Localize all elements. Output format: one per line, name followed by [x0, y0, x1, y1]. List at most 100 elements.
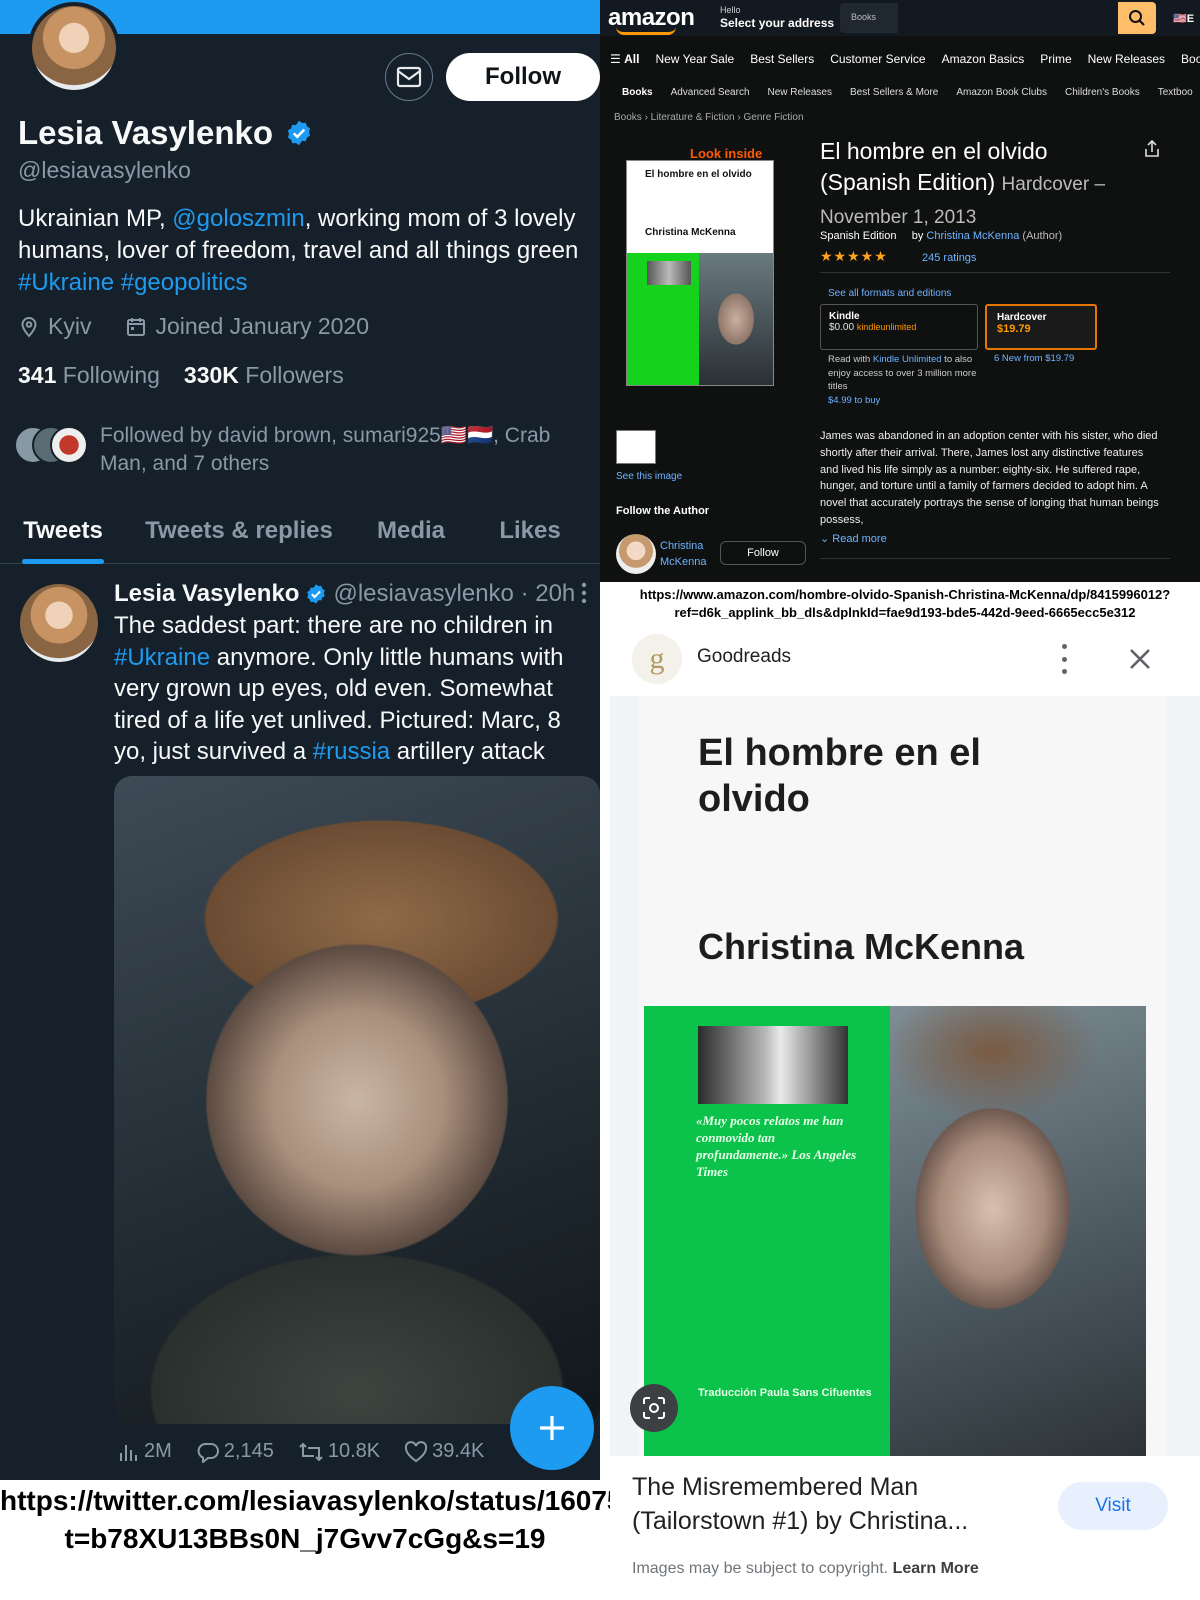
cover-author-photo — [698, 1026, 848, 1104]
views-button[interactable]: 2M — [118, 1440, 172, 1463]
share-icon — [1145, 139, 1159, 157]
followers-count: 330K — [183, 362, 239, 388]
subnav-item[interactable]: Children's Books — [1065, 87, 1140, 98]
subnav-item[interactable]: Advanced Search — [671, 87, 750, 98]
profile-name: Lesia Vasylenko — [18, 114, 273, 151]
book-cover-image[interactable]: El hombre en el olvido Christina McKenna — [626, 160, 774, 386]
tweet-author-name[interactable]: Lesia Vasylenko — [114, 580, 299, 608]
compose-tweet-button[interactable] — [510, 1386, 594, 1470]
read-more-link[interactable]: ⌄ Read more — [820, 532, 887, 545]
cover-author: Christina McKenna — [645, 227, 736, 238]
subnav-item[interactable]: Textboo — [1158, 87, 1193, 98]
ratings-count-link[interactable]: 245 ratings — [922, 252, 976, 264]
followed-by-row[interactable]: Followed by david brown, sumari925🇺🇸🇳🇱, … — [14, 422, 594, 478]
nav-all[interactable]: ☰ All — [610, 52, 639, 66]
look-inside-link[interactable]: Look inside — [690, 146, 762, 161]
bio-hashtag-link[interactable]: #Ukraine — [18, 269, 114, 296]
tweet-author-avatar[interactable] — [20, 584, 98, 662]
see-all-formats-link[interactable]: See all formats and editions — [828, 288, 951, 299]
tab-media[interactable]: Media — [352, 498, 470, 564]
nav-item[interactable]: Amazon Basics — [942, 52, 1025, 66]
following-link[interactable]: 341 Following — [18, 362, 160, 389]
kindle-unlimited-link[interactable]: Kindle Unlimited — [873, 354, 942, 365]
tweet-photo[interactable] — [114, 776, 600, 1424]
reply-button[interactable]: 2,145 — [196, 1440, 274, 1463]
follow-button[interactable]: Follow — [446, 53, 600, 101]
breadcrumb[interactable]: Books › Literature & Fiction › Genre Fic… — [614, 112, 804, 123]
more-options-icon[interactable] — [1058, 644, 1070, 674]
tab-tweets-replies[interactable]: Tweets & replies — [126, 498, 352, 564]
search-button[interactable] — [1118, 2, 1156, 34]
nav-item[interactable]: Prime — [1040, 52, 1071, 66]
retweet-button[interactable]: 10.8K — [298, 1440, 380, 1463]
subnav-item[interactable]: Amazon Book Clubs — [956, 87, 1047, 98]
subnav-item[interactable]: Books — [622, 87, 653, 98]
followers-link[interactable]: 330K Followers — [184, 362, 344, 389]
author-link[interactable]: Christina McKenna — [926, 230, 1019, 242]
nav-item[interactable]: Customer Service — [830, 52, 925, 66]
kindle-note-text: Read with — [828, 354, 873, 365]
message-button[interactable] — [385, 53, 433, 101]
plus-icon — [540, 1416, 564, 1440]
amazon-url-caption: https://www.amazon.com/hombre-olvido-Spa… — [610, 582, 1200, 624]
tab-tweets[interactable]: Tweets — [0, 498, 126, 564]
reply-icon — [197, 1442, 219, 1463]
hardcover-format-option[interactable]: Hardcover $19.79 — [985, 304, 1097, 350]
tweet-header: Lesia Vasylenko @lesiavasylenko · 20h — [114, 580, 575, 608]
us-flag-icon: 🇺🇸 — [1173, 13, 1187, 25]
follow-author-heading: Follow the Author — [616, 505, 710, 517]
lens-button[interactable] — [630, 1384, 678, 1432]
profile-joined: Joined January 2020 — [155, 313, 370, 339]
kindle-unlimited-logo: kindleunlimited — [856, 322, 917, 332]
book-thumbnail[interactable] — [616, 430, 656, 464]
profile-bio: Ukrainian MP, @goloszmin, working mom of… — [18, 203, 593, 299]
cover-boy-photo — [699, 253, 773, 385]
author-name-link[interactable]: Christina McKenna — [660, 538, 716, 570]
hardcover-label: Hardcover — [997, 312, 1047, 323]
bio-hashtag-link[interactable]: #geopolitics — [121, 269, 248, 296]
cover-boy-photo — [890, 1006, 1146, 1456]
kindle-buy-link[interactable]: $4.99 to buy — [828, 395, 880, 406]
by-text: by — [911, 230, 924, 242]
bio-mention-link[interactable]: @goloszmin — [172, 205, 304, 232]
tweet-hashtag-link[interactable]: #russia — [313, 738, 390, 765]
verified-badge-icon — [307, 584, 326, 604]
result-title[interactable]: The Misremembered Man (Tailorstown #1) b… — [632, 1470, 992, 1538]
tweet-text: The saddest part: there are no children … — [114, 610, 592, 768]
mail-icon — [396, 66, 422, 88]
hello-text: Hello — [720, 5, 741, 15]
subnav-item[interactable]: Best Sellers & More — [850, 87, 938, 98]
search-icon — [1129, 10, 1145, 26]
nav-item[interactable]: New Releases — [1088, 52, 1165, 66]
like-button[interactable]: 39.4K — [404, 1440, 484, 1463]
amazon-logo[interactable]: amazon — [608, 4, 695, 35]
tweet-text-part: The saddest part: there are no children … — [114, 612, 553, 639]
subnav-item[interactable]: New Releases — [768, 87, 832, 98]
see-image-link[interactable]: See this image — [616, 471, 682, 482]
kindle-format-option[interactable]: Kindle $0.00 kindleunlimited — [820, 304, 978, 350]
more-options-icon[interactable] — [580, 582, 588, 604]
follow-author-button[interactable]: Follow — [720, 541, 806, 565]
visit-button[interactable]: Visit — [1058, 1482, 1168, 1530]
deliver-to[interactable]: Hello Select your address — [720, 5, 834, 31]
learn-more-link[interactable]: Learn More — [893, 1560, 979, 1577]
nav-item[interactable]: New Year Sale — [655, 52, 734, 66]
edition-text: Spanish Edition — [820, 230, 897, 242]
profile-tabs: Tweets Tweets & replies Media Likes — [0, 498, 600, 564]
tab-likes[interactable]: Likes — [470, 498, 590, 564]
close-icon[interactable] — [1125, 644, 1155, 674]
locale-selector[interactable]: 🇺🇸E — [1173, 12, 1194, 25]
kindle-price: $0.00 — [829, 322, 855, 333]
new-from-link[interactable]: 6 New from $19.79 — [994, 353, 1074, 364]
star-rating[interactable]: ★★★★★ — [820, 248, 888, 265]
nav-item[interactable]: Boo — [1181, 52, 1200, 66]
share-button[interactable] — [1144, 139, 1160, 163]
profile-avatar[interactable] — [28, 2, 120, 94]
search-category-dropdown[interactable]: Books — [840, 3, 898, 33]
profile-handle: @lesiavasylenko — [18, 157, 191, 183]
tweet-hashtag-link[interactable]: #Ukraine — [114, 644, 210, 671]
kindle-label: Kindle — [829, 311, 860, 322]
nav-item[interactable]: Best Sellers — [750, 52, 814, 66]
author-avatar[interactable] — [616, 534, 656, 574]
result-image[interactable]: El hombre en el olvido Christina McKenna… — [610, 696, 1200, 1456]
